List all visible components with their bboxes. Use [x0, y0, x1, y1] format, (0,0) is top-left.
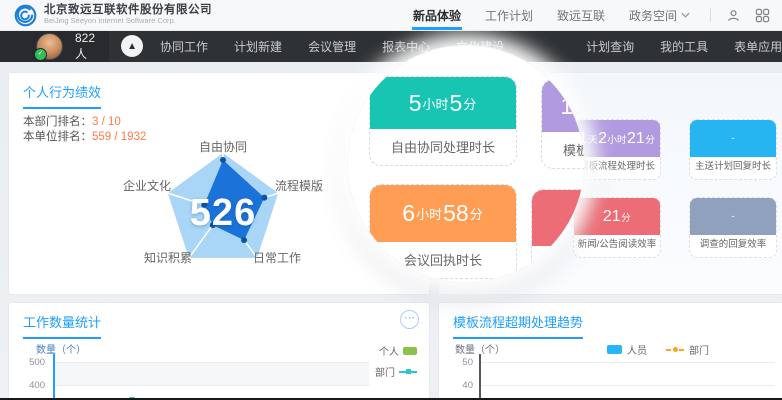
trend-legend: 人员 部门: [607, 342, 709, 357]
work-count-panel: 工作数量统计 ⋯ 数量（个） 500 400 个人 部门: [8, 302, 430, 400]
y-axis-label: 数量（个）: [36, 341, 86, 356]
topnav-item-new-experience[interactable]: 新品体验: [401, 0, 473, 30]
company-name-en: BeiJing Seeyon Internet Software Corp.: [44, 17, 212, 25]
apps-grid-icon[interactable]: [755, 8, 770, 23]
member-count: 822人: [75, 31, 95, 62]
top-navigation: 新品体验 工作计划 致远互联 政务空间: [401, 0, 782, 30]
nav-item-meeting-mgmt[interactable]: 会议管理: [295, 30, 369, 62]
template-trend-title[interactable]: 模板流程超期处理趋势: [453, 312, 583, 339]
mag-card-value: 6小时58分: [370, 185, 516, 242]
legend-personal-label[interactable]: 个人: [379, 343, 399, 358]
chevron-down-icon: [681, 12, 690, 18]
mag-card-value: 5小时5分: [370, 77, 516, 129]
kpi-card-label: 新闻/公告阅读效率: [574, 235, 660, 257]
legend-staff-swatch: [607, 345, 622, 354]
nav-item-plan-query[interactable]: 计划查询: [573, 30, 647, 62]
radar-label-free-collab: 自由协同: [191, 138, 255, 155]
online-status-badge: ✓: [34, 48, 47, 61]
y-tick-400: 400: [17, 380, 45, 391]
topnav-item-gov-space[interactable]: 政务空间: [617, 0, 702, 30]
y-tick-40: 40: [445, 380, 473, 391]
kpi-card-value: -: [690, 198, 776, 235]
kpi-card-value: -: [690, 120, 776, 157]
mag-card-value: 1天2小时21分: [542, 80, 585, 132]
brand: 北京致远互联软件股份有限公司 BeiJing Seeyon Internet S…: [14, 4, 212, 27]
kpi-card-template-flow[interactable]: 1天2小时21分 模板流程处理时长: [573, 119, 661, 180]
kpi-card-survey-reply[interactable]: - 调查的回复效率: [689, 197, 777, 258]
topbar-divider: [710, 8, 711, 22]
user-avatar[interactable]: ✓: [36, 33, 63, 60]
legend-dept-marker: [399, 371, 417, 373]
seeyon-dashboard: 北京致远互联软件股份有限公司 BeiJing Seeyon Internet S…: [0, 0, 782, 400]
mag-card-label: 新闻/公告阅读效率: [532, 246, 585, 282]
more-options-icon[interactable]: ⋯: [400, 310, 419, 329]
user-locate-icon[interactable]: [726, 8, 741, 23]
work-count-title[interactable]: 工作数量统计: [23, 312, 101, 339]
legend-personal-swatch: [403, 347, 417, 355]
seeyon-logo: [14, 4, 37, 27]
kpi-card-value: 21分: [574, 198, 660, 235]
gridline: [481, 362, 775, 363]
y-tick-500: 500: [17, 357, 45, 368]
mag-card-label: 模板流程处理时长: [542, 132, 585, 168]
mag-card-label: 自由协同处理时长: [370, 129, 516, 165]
legend-dept-label[interactable]: 部门: [375, 364, 395, 379]
nav-item-my-tools[interactable]: 我的工具: [647, 30, 721, 62]
radar-score: 526: [163, 192, 283, 235]
kpi-card-label: 模板流程处理时长: [574, 157, 660, 179]
mag-card-free-collab[interactable]: 5小时5分 自由协同处理时长: [369, 76, 517, 166]
topnav-item-work-plan[interactable]: 工作计划: [473, 0, 545, 30]
nav-item-plan-new[interactable]: 计划新建: [221, 30, 295, 62]
kpi-card-news-reading[interactable]: 21分 新闻/公告阅读效率: [573, 197, 661, 258]
nav-item-form-app[interactable]: 表单应用: [721, 30, 782, 62]
gridline: [55, 385, 369, 386]
performance-panel-title[interactable]: 个人行为绩效: [23, 82, 101, 109]
main-navbar: ✓ 822人 ▲ 协同工作 计划新建 会议管理 报表中心 文化建设 计划查询 我…: [0, 30, 782, 62]
radar-label-knowledge: 知识积累: [136, 249, 200, 266]
work-count-legend: 个人 部门: [375, 343, 417, 385]
launcher-icon[interactable]: ▲: [121, 35, 143, 57]
radar-label-daily-work: 日常工作: [245, 249, 309, 266]
chart-band: [55, 362, 369, 385]
y-axis-line: [479, 354, 481, 400]
template-trend-panel: 模板流程超期处理趋势 数量（个） 50 40 人员 部门: [438, 302, 782, 400]
dept-rank-label: 本部门排名：: [23, 116, 92, 128]
nav-item-collab-work[interactable]: 协同工作: [147, 30, 221, 62]
mag-card-meeting-receipt[interactable]: 6小时58分 会议回执时长: [369, 184, 517, 279]
legend-staff-label[interactable]: 人员: [627, 342, 647, 357]
kpi-card-value: 1天2小时21分: [574, 120, 660, 157]
legend-dept-marker: [666, 347, 684, 352]
mag-card-template-flow[interactable]: 1天2小时21分 模板流程处理时长: [541, 79, 585, 169]
topbar: 北京致远互联软件股份有限公司 BeiJing Seeyon Internet S…: [0, 0, 782, 31]
legend-dept-label[interactable]: 部门: [689, 342, 709, 357]
topnav-item-gov-space-label: 政务空间: [629, 7, 677, 24]
magnifier-lens: 5小时5分 自由协同处理时长 6小时58分 会议回执时长 1天2小时21分 模板…: [347, 45, 585, 283]
gridline: [55, 362, 369, 363]
mag-card-news-reading[interactable]: 21分 新闻/公告阅读效率: [531, 189, 585, 283]
topnav-item-seeyon[interactable]: 致远互联: [545, 0, 617, 30]
kpi-card-label: 调查的回复效率: [690, 235, 776, 257]
navbar-user-area: ✓ 822人: [0, 30, 109, 62]
mag-card-value: 21分: [532, 190, 585, 246]
dept-rank-value: 3 / 10: [92, 116, 121, 128]
y-axis-line: [53, 354, 55, 400]
y-tick-50: 50: [445, 357, 473, 368]
kpi-card-plan-reply[interactable]: - 主送计划回复时长: [689, 119, 777, 180]
gridline: [481, 385, 775, 386]
kpi-card-label: 主送计划回复时长: [690, 157, 776, 179]
mag-card-label: 会议回执时长: [370, 242, 516, 278]
